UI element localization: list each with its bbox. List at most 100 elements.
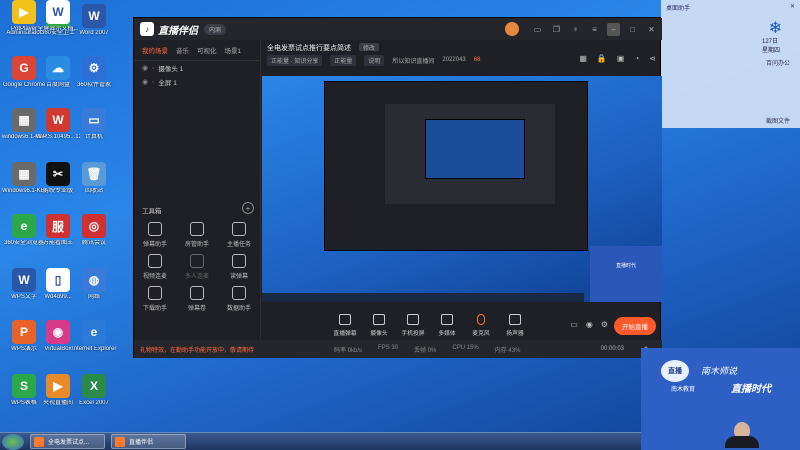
preview-cam-text: 直播时代 [616, 263, 637, 269]
app-icon [115, 436, 125, 447]
tool-item[interactable]: 弹幕卷 [176, 286, 218, 312]
app-icon: ▦ [12, 162, 36, 186]
tab-my-scenes[interactable]: 我的场景 [142, 45, 168, 55]
app-icon: X [82, 374, 106, 398]
speaker-button[interactable]: 扬声器 [498, 313, 532, 337]
shirt-icon[interactable]: ♆ [569, 23, 582, 36]
eye-icon[interactable]: ◉ [142, 64, 148, 72]
desktop-icon[interactable]: ▭ 计算机 [72, 108, 116, 141]
tab-visual[interactable]: 可视化 [197, 45, 217, 55]
desktop-icon-label: 全屏显示文档... [37, 26, 79, 32]
status-bar: 礼物特效，在勤助手功能开放中，敬请期待 码率 0kb/s FPS 30 丢帧 0% C… [134, 340, 662, 358]
layout-icon[interactable]: ▣ [617, 54, 625, 63]
lock-icon[interactable]: 🔒 [597, 54, 607, 63]
grid-icon[interactable]: ▦ [579, 54, 587, 63]
phone-cast-button[interactable]: 手机投屏 [396, 313, 430, 337]
add-tool-icon[interactable]: + [242, 202, 254, 214]
scene-label: 全屏 1 [158, 80, 177, 87]
tool-item[interactable]: 弹幕助手 [134, 222, 176, 248]
widget-header: 桌面助手 ✕ [661, 0, 800, 14]
tool-label: 多人连麦 [184, 274, 209, 280]
desktop-icon[interactable]: W 全屏显示文档... [36, 0, 80, 33]
desktop-icon-label: 腾讯会议 [81, 240, 106, 246]
tool-item[interactable]: 视频连麦 [134, 254, 176, 280]
app-icon: ▭ [82, 108, 106, 132]
eye-icon[interactable]: ◉ [142, 78, 148, 86]
category-selector[interactable]: 正能量 · 知识分享 [267, 54, 323, 66]
title-bar: ♪ 直播伴侣 内测 ▭ ❐ ♆ ≡ – □ ✕ [134, 18, 662, 40]
room-name: 所以知识直播间 [392, 58, 435, 65]
menu-icon[interactable]: ≡ [588, 23, 601, 36]
lock-icon[interactable]: ◦ [152, 65, 154, 72]
app-icon: ▯ [46, 268, 70, 292]
description-button[interactable]: 说明 [364, 54, 385, 66]
preview-camera: 直播时代 [590, 246, 662, 302]
app-icon: ▶ [46, 374, 70, 398]
desktop-icon[interactable]: ⚙ 360软件管家 [72, 56, 116, 89]
danmaku-button[interactable]: 直播弹幕 [328, 313, 362, 337]
desktop-icon[interactable]: X Excel 2007 [72, 374, 116, 407]
start-live-button[interactable]: 开始直播 [614, 317, 656, 335]
stat-item: 内存 43% [494, 347, 521, 354]
taskbar-item-live[interactable]: 直播伴侣 [111, 434, 186, 449]
toolbar-label: 直播弹幕 [333, 330, 357, 337]
live-preview[interactable]: 直播时代 [262, 76, 662, 302]
camera-text-line1: 南木师说 [701, 366, 738, 376]
toolbox-grid: 弹幕助手 房管助手 主播任务视频连麦 多人连麦 读弹幕下载助手 弹幕卷 数据助手 [134, 222, 261, 312]
preview-nested-window [324, 81, 588, 251]
tool-label: 视频连麦 [142, 274, 167, 280]
tool-label: 房管助手 [184, 242, 209, 248]
app-icon: P [12, 320, 36, 344]
preview-controls: ▭ ◉ ⚙ [570, 320, 608, 329]
toolbox-title: 工具箱 [142, 208, 162, 215]
taskbar-item-doc[interactable]: 全电发票试点... [30, 434, 105, 449]
eye-icon[interactable]: ◉ [586, 320, 593, 329]
app-icon: e [12, 214, 36, 238]
app-icon: ☁ [46, 56, 70, 80]
widget-row-office[interactable]: 百问办公 [760, 56, 796, 69]
desktop-icon[interactable]: e Internet Explorer [72, 320, 116, 353]
start-button[interactable] [2, 433, 24, 450]
user-avatar[interactable] [505, 22, 519, 36]
scene-item-fullscreen[interactable]: ◉ ◦ 全屏 1 [134, 75, 260, 89]
tool-item[interactable]: 下载助手 [134, 286, 176, 312]
share-icon[interactable]: ⋖ [649, 54, 656, 63]
tab-scene1[interactable]: 场景1 [225, 45, 242, 55]
edit-title-button[interactable]: 修改 [359, 43, 380, 52]
tool-item[interactable]: 房管助手 [176, 222, 218, 248]
message-icon[interactable]: ▭ [531, 23, 544, 36]
tool-item[interactable]: 主播任务 [218, 222, 260, 248]
tool-label: 数据助手 [226, 306, 251, 312]
copy-icon[interactable]: ❐ [550, 23, 563, 36]
camera-text-line2: 直播时代 [731, 384, 771, 395]
tab-music[interactable]: 音乐 [176, 45, 189, 55]
media-button[interactable]: 多媒体 [430, 313, 464, 337]
bell-icon[interactable]: ◔ [634, 54, 639, 63]
camera-button[interactable]: 摄像头 [362, 313, 396, 337]
tool-label: 弹幕助手 [142, 242, 167, 248]
close-icon[interactable]: ✕ [645, 23, 658, 36]
lock-icon[interactable]: ◦ [152, 79, 154, 86]
record-icon[interactable]: ▭ [570, 320, 578, 329]
maximize-icon[interactable]: □ [626, 23, 639, 36]
widget-row-files[interactable]: 截图文件 [760, 114, 796, 127]
app-icon: ◉ [46, 320, 70, 344]
app-icon: G [12, 56, 36, 80]
tag-selector[interactable]: 正能量 [330, 54, 357, 66]
close-icon[interactable]: ✕ [790, 3, 795, 11]
tool-item[interactable]: 数据助手 [218, 286, 260, 312]
desktop-icon[interactable]: ◎ 腾讯会议 [72, 214, 116, 247]
tool-item[interactable]: 读弹幕 [218, 254, 260, 280]
settings-icon[interactable]: ⚙ [601, 320, 608, 329]
left-tabs: 我的场景 音乐 可视化 场景1 [134, 40, 260, 61]
mic-button[interactable]: 麦克风 [464, 313, 498, 337]
tool-icon [148, 254, 162, 268]
desktop-icon[interactable]: ◍ 网络 [72, 268, 116, 301]
desktop-icon-label: 网络 [87, 294, 100, 300]
minimize-icon[interactable]: – [607, 22, 620, 36]
app-icon: W [82, 4, 106, 28]
scene-item-camera[interactable]: ◉ ◦ 摄像头 1 [134, 61, 260, 75]
desktop-icon[interactable]: 🗑 回收站 [72, 162, 116, 195]
desktop-icon-label: Internet Explorer [72, 346, 116, 352]
tool-item[interactable]: 多人连麦 [176, 254, 218, 280]
